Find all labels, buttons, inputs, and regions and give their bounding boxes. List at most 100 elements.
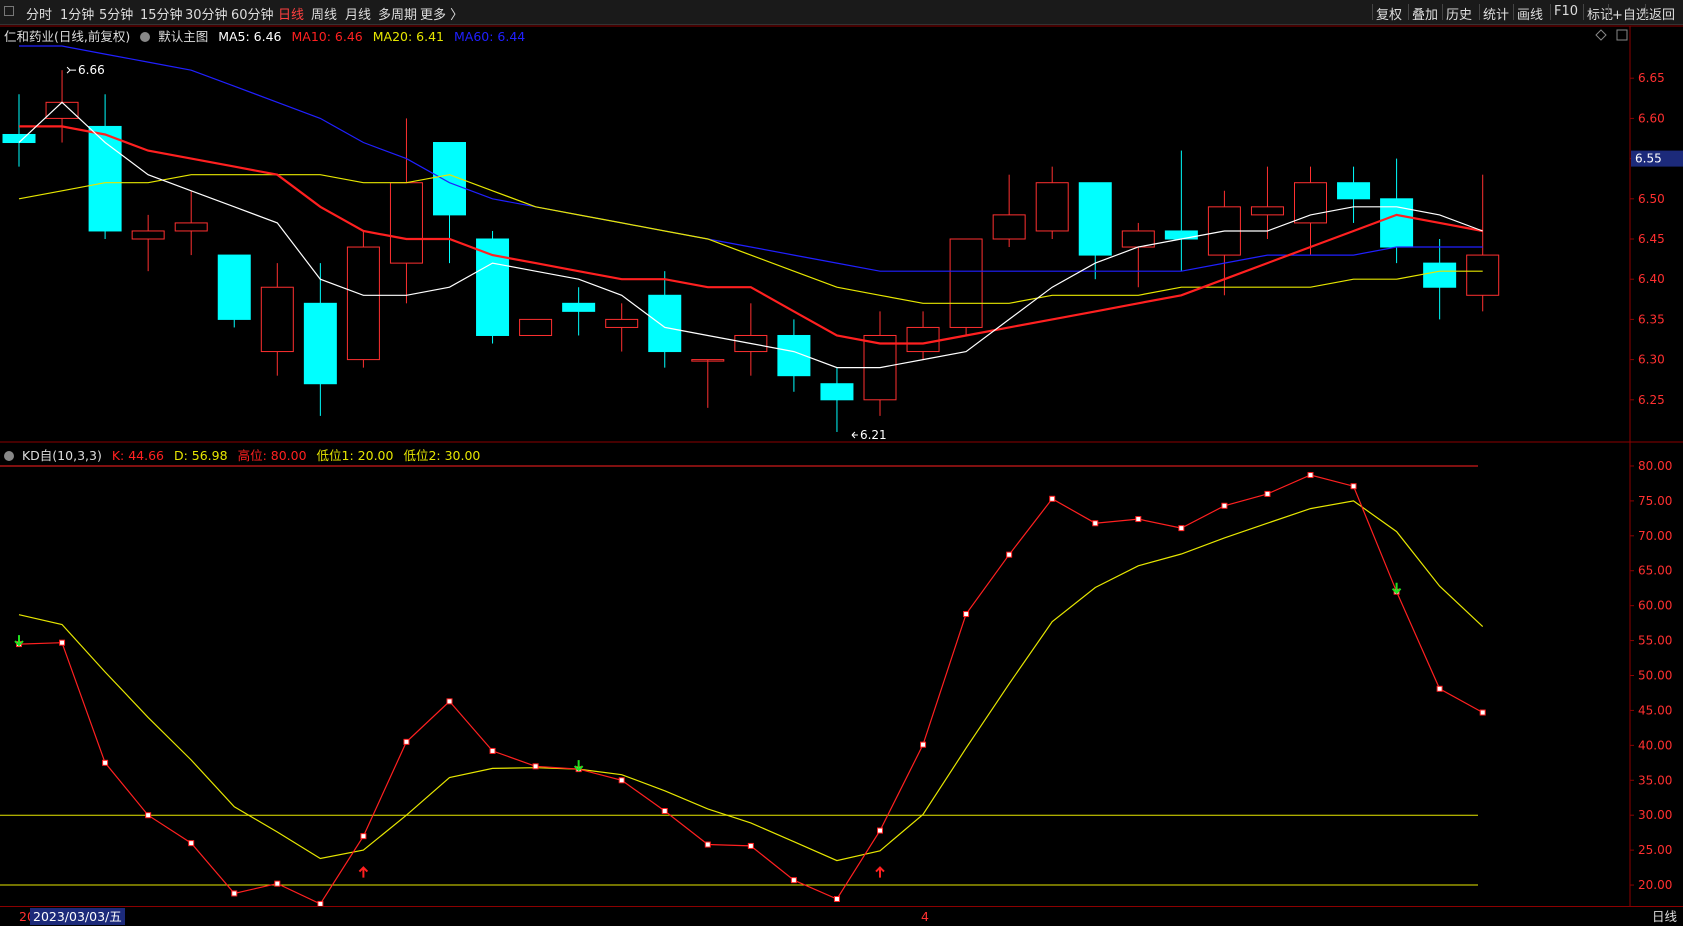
sell-signal-arrow xyxy=(14,635,24,647)
k-point xyxy=(920,741,927,748)
k-point xyxy=(1264,490,1271,497)
d-line xyxy=(18,500,1484,862)
k-point xyxy=(102,759,109,766)
kd-tick-label: 40.00 xyxy=(1638,738,1672,752)
period-label: 日线 xyxy=(1652,909,1678,924)
candle-body-down xyxy=(217,254,251,320)
k-point xyxy=(446,698,453,705)
ma60-line xyxy=(19,45,1483,272)
k-line xyxy=(18,474,1483,905)
k-point xyxy=(1049,495,1056,502)
k-point xyxy=(963,611,970,618)
k-point xyxy=(1135,516,1142,523)
candle-body-up xyxy=(992,214,1026,240)
max-price-arrow xyxy=(66,66,77,74)
kd-tick-label: 25.00 xyxy=(1638,843,1672,857)
low-level1-label: 低位1: 20.00 xyxy=(316,448,394,463)
candle-body-up xyxy=(1466,254,1500,296)
settings-icon[interactable] xyxy=(140,32,151,42)
k-point xyxy=(188,840,195,847)
k-point xyxy=(1307,472,1314,479)
low-level2-label: 低位2: 30.00 xyxy=(403,448,481,463)
kd-info: KD自(10,3,3) K: 44.66 D: 56.98 高位: 80.00 … xyxy=(4,445,480,464)
k-point xyxy=(360,833,367,840)
kd-tick-label: 55.00 xyxy=(1638,634,1672,648)
price-tick-label: 6.60 xyxy=(1638,111,1665,125)
sell-signal-arrow xyxy=(573,760,584,772)
price-tick-label: 6.35 xyxy=(1638,312,1665,326)
price-tick-label: 6.50 xyxy=(1638,192,1665,206)
k-point xyxy=(274,880,281,887)
candle-body-down xyxy=(303,302,337,385)
candle-body-up xyxy=(131,230,165,240)
k-point xyxy=(1178,525,1185,532)
candle-body-down xyxy=(820,383,854,401)
ma5-label: MA5: 6.46 xyxy=(218,29,282,44)
k-point xyxy=(489,747,496,754)
candle-body-up xyxy=(949,238,983,328)
kd-title[interactable]: KD自(10,3,3) xyxy=(22,448,102,463)
main-chart-info: 仁和药业(日线,前复权) 默认主图 MA5: 6.46 MA10: 6.46 M… xyxy=(4,26,525,45)
ma10-label: MA10: 6.46 xyxy=(291,29,363,44)
cursor-date: 2023/03/03/五 xyxy=(30,908,125,925)
kd-tick-label: 70.00 xyxy=(1638,529,1672,543)
price-tick-label: 6.30 xyxy=(1638,353,1665,367)
k-label: K: 44.66 xyxy=(111,448,164,463)
kd-tick-label: 20.00 xyxy=(1638,878,1672,892)
kd-tick-label: 75.00 xyxy=(1638,494,1672,508)
kd-tick-label: 50.00 xyxy=(1638,669,1672,683)
price-tick-label: 6.45 xyxy=(1638,232,1665,246)
candle-body-down xyxy=(1380,198,1414,248)
min-price-label: 6.21 xyxy=(860,428,887,442)
price-tick-label: 6.40 xyxy=(1638,272,1665,286)
candle-body-up xyxy=(1294,182,1327,224)
candle-body-up xyxy=(260,286,294,353)
min-price-arrow xyxy=(851,431,858,439)
buy-signal-arrow xyxy=(358,866,369,878)
k-point xyxy=(1350,483,1357,490)
k-point xyxy=(59,639,66,646)
candle-body-down xyxy=(1337,182,1371,200)
window-icon xyxy=(1616,29,1628,41)
candle-body-down xyxy=(562,302,596,312)
candle-body-down xyxy=(1423,262,1457,288)
k-point xyxy=(877,827,883,834)
max-price-label: 6.66 xyxy=(78,63,105,77)
kd-tick-label: 65.00 xyxy=(1638,564,1672,578)
template-name[interactable]: 默认主图 xyxy=(158,29,208,44)
candle-body-down xyxy=(1078,182,1112,256)
current-price-label: 6.55 xyxy=(1635,152,1662,166)
kd-tick-label: 45.00 xyxy=(1638,703,1672,717)
time-axis: 20 2023/03/03/五 4 日线 xyxy=(0,906,1683,926)
k-point xyxy=(790,877,797,884)
kd-tick-label: 35.00 xyxy=(1638,773,1672,787)
k-point xyxy=(1436,685,1443,692)
candle-body-up xyxy=(1035,182,1069,232)
candle-body-down xyxy=(476,238,510,336)
k-point xyxy=(747,842,754,849)
k-point xyxy=(1006,551,1013,558)
candle-body-up xyxy=(906,326,940,353)
k-point xyxy=(1479,709,1486,716)
kd-tick-label: 80.00 xyxy=(1638,459,1672,473)
candle-body-up xyxy=(389,182,423,264)
stock-title: 仁和药业(日线,前复权) xyxy=(4,29,131,44)
high-level-label: 高位: 80.00 xyxy=(237,448,307,463)
k-point xyxy=(833,896,840,903)
candle-body-down xyxy=(1164,230,1198,240)
kd-tick-label: 60.00 xyxy=(1638,599,1672,613)
k-point xyxy=(403,738,410,745)
candle-body-up xyxy=(346,246,380,361)
k-point xyxy=(231,890,238,897)
candle-body-up xyxy=(174,222,208,232)
k-point xyxy=(145,812,152,819)
candle-body-up xyxy=(1250,206,1284,216)
kd-tick-label: 30.00 xyxy=(1638,808,1672,822)
candle-body-down xyxy=(2,133,36,144)
k-point xyxy=(704,841,711,848)
k-point xyxy=(618,777,625,784)
k-point xyxy=(1092,520,1099,527)
k-point xyxy=(661,808,668,815)
price-tick-label: 6.25 xyxy=(1638,393,1665,407)
indicator-settings-icon[interactable] xyxy=(4,451,14,461)
